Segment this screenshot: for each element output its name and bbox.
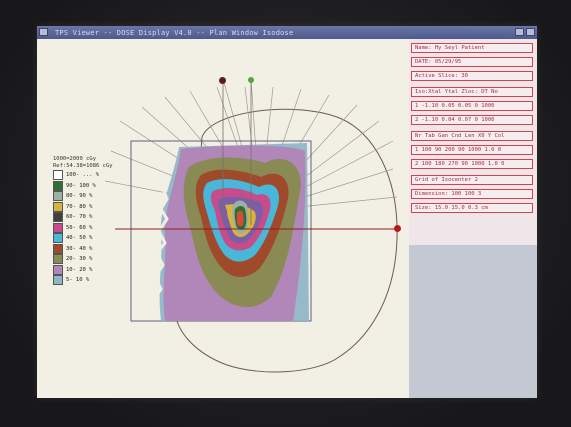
legend-swatch bbox=[53, 201, 63, 212]
legend-label: 20- 30 % bbox=[66, 256, 93, 263]
info-field: Active Slice: 30 bbox=[411, 71, 533, 81]
legend-swatch bbox=[53, 191, 63, 202]
window-titlebar: TPS Viewer -- DOSE Display V4.0 -- Plan … bbox=[37, 26, 537, 39]
isodose-legend: 1000=2000 cGy Ref:54.38=1086 cGy 100- ..… bbox=[53, 156, 143, 286]
legend-item: 100- ... % bbox=[53, 170, 143, 181]
minimize-icon[interactable] bbox=[515, 28, 524, 36]
legend-item: 60- 70 % bbox=[53, 212, 143, 223]
legend-label: 50- 60 % bbox=[66, 224, 93, 231]
legend-label: 90- 100 % bbox=[66, 182, 96, 189]
info-field: Dimension: 100 100 3 bbox=[411, 189, 533, 199]
info-panel: Name: Hy Seyl Patient DATE: 05/29/95 Activ… bbox=[409, 39, 537, 398]
legend-label: 10- 20 % bbox=[66, 266, 93, 273]
system-menu-icon[interactable] bbox=[39, 28, 48, 36]
beam-origin-marker-dark[interactable] bbox=[219, 77, 226, 84]
legend-swatch bbox=[53, 275, 63, 286]
legend-swatch bbox=[53, 180, 63, 191]
legend-label: 80- 90 % bbox=[66, 193, 93, 200]
beam-origin-marker-green[interactable] bbox=[248, 77, 254, 83]
legend-swatch bbox=[53, 212, 63, 223]
legend-swatch bbox=[53, 264, 63, 275]
dose-plot-area[interactable]: 1000=2000 cGy Ref:54.38=1086 cGy 100- ..… bbox=[37, 39, 407, 398]
info-panel-fields: Name: Hy Seyl Patient DATE: 05/29/95 Activ… bbox=[409, 39, 537, 245]
legend-rows: 100- ... % 90- 100 % 80- 90 % 70- 80 % 60- 7… bbox=[53, 170, 143, 286]
legend-label: 100- ... % bbox=[66, 172, 100, 179]
info-field: 1 100 90 200 90 1000 1.0 0 bbox=[411, 145, 533, 155]
info-field: Iso:Xtal Ytal Zloc: DT No bbox=[411, 87, 533, 97]
legend-label: 40- 50 % bbox=[66, 235, 93, 242]
isodose-band-100 bbox=[237, 210, 244, 227]
legend-swatch bbox=[53, 243, 63, 254]
legend-header-line2: Ref:54.38=1086 cGy bbox=[53, 163, 113, 169]
info-field: DATE: 05/29/95 bbox=[411, 57, 533, 67]
legend-item: 30- 40 % bbox=[53, 243, 143, 255]
monitor-screen: TPS Viewer -- DOSE Display V4.0 -- Plan … bbox=[37, 26, 537, 398]
legend-item: 5- 10 % bbox=[53, 275, 143, 286]
info-field: Name: Hy Seyl Patient bbox=[411, 43, 533, 53]
legend-item: 70- 80 % bbox=[53, 201, 143, 213]
window-title: TPS Viewer -- DOSE Display V4.0 -- Plan … bbox=[55, 28, 294, 37]
legend-swatch bbox=[53, 222, 63, 233]
info-field: 2 100 180 270 90 1000 1.0 0 bbox=[411, 159, 533, 169]
beam-origin-marker-red[interactable] bbox=[394, 225, 401, 232]
legend-swatch bbox=[53, 254, 63, 265]
info-field: Nr Tab Gan Cnd Len X0 Y Col bbox=[411, 131, 533, 141]
legend-swatch bbox=[53, 170, 63, 181]
legend-item: 20- 30 % bbox=[53, 254, 143, 265]
info-field: Size: 15.0 15.0 0.3 cm bbox=[411, 203, 533, 213]
legend-label: 60- 70 % bbox=[66, 214, 93, 221]
legend-label: 30- 40 % bbox=[66, 245, 93, 252]
legend-header-line1: 1000=2000 cGy bbox=[53, 156, 97, 162]
legend-label: 70- 80 % bbox=[66, 203, 93, 210]
legend-item: 10- 20 % bbox=[53, 264, 143, 276]
info-field: 2 -1.10 0.04 0.07 0 1000 bbox=[411, 115, 533, 125]
legend-item: 80- 90 % bbox=[53, 191, 143, 202]
legend-item: 40- 50 % bbox=[53, 233, 143, 244]
legend-label: 5- 10 % bbox=[66, 277, 90, 284]
info-field: Grid of Isocenter 2 bbox=[411, 175, 533, 185]
legend-item: 90- 100 % bbox=[53, 180, 143, 192]
legend-item: 50- 60 % bbox=[53, 222, 143, 234]
legend-swatch bbox=[53, 233, 63, 244]
maximize-icon[interactable] bbox=[526, 28, 535, 36]
info-field: 1 -1.10 0.05 0.05 0 1000 bbox=[411, 101, 533, 111]
